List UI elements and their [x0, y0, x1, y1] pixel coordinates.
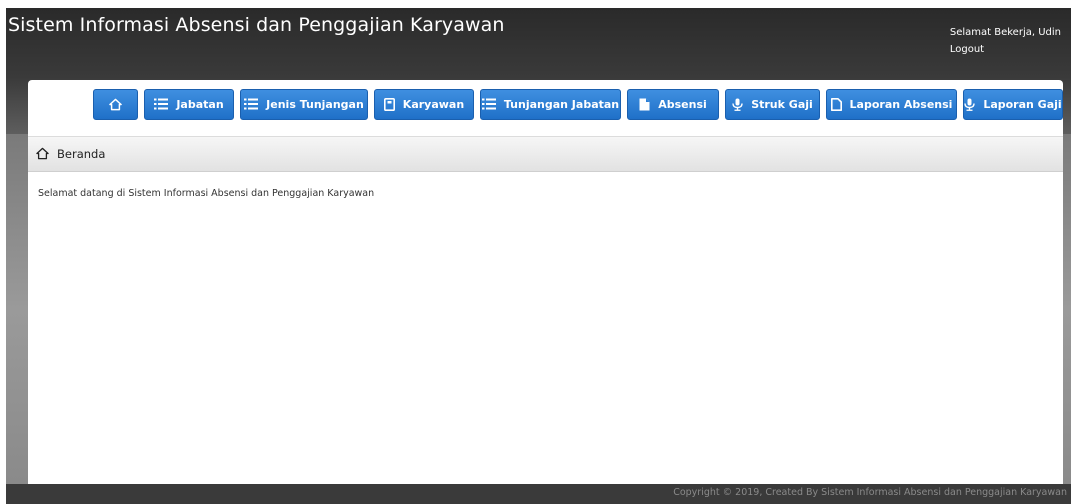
home-icon	[36, 145, 49, 164]
list-icon	[154, 98, 169, 110]
left-background-strip	[6, 134, 28, 484]
main-nav: Jabatan Jenis Tunjangan Karyawan Tunjang…	[28, 80, 1063, 128]
footer: Copyright © 2019, Created By Sistem Info…	[6, 484, 1071, 504]
nav-karyawan-button[interactable]: Karyawan	[374, 88, 474, 120]
logout-link[interactable]: Logout	[950, 41, 1061, 58]
list-icon	[481, 98, 496, 110]
greeting-text: Selamat Bekerja, Udin	[949, 27, 1061, 38]
nav-struk-gaji-button[interactable]: Struk Gaji	[725, 88, 820, 120]
breadcrumb-label: Beranda	[57, 147, 106, 161]
file-outline-icon	[830, 97, 842, 111]
microphone-icon	[732, 98, 743, 111]
nav-label: Laporan Gaji	[983, 97, 1062, 111]
breadcrumb: Beranda	[28, 136, 1063, 172]
app-title: Sistem Informasi Absensi dan Penggajian …	[8, 14, 505, 36]
right-background-strip	[1063, 134, 1071, 484]
list-icon	[244, 98, 259, 110]
welcome-text: Selamat datang di Sistem Informasi Absen…	[38, 188, 375, 199]
page: Sistem Informasi Absensi dan Penggajian …	[0, 0, 1071, 504]
nav-tunjangan-jabatan-button[interactable]: Tunjangan Jabatan	[480, 88, 621, 120]
home-icon	[109, 98, 122, 111]
nav-laporan-absensi-button[interactable]: Laporan Absensi	[826, 88, 957, 120]
copyright-text: Copyright © 2019, Created By Sistem Info…	[673, 487, 1067, 498]
nav-absensi-button[interactable]: Absensi	[627, 88, 719, 120]
nav-label: Karyawan	[402, 97, 465, 111]
nav-label: Absensi	[658, 97, 707, 111]
nav-jabatan-button[interactable]: Jabatan	[144, 88, 234, 120]
nav-label: Tunjangan Jabatan	[503, 97, 620, 111]
main-panel: Jabatan Jenis Tunjangan Karyawan Tunjang…	[28, 80, 1063, 484]
nav-label: Struk Gaji	[751, 97, 813, 111]
file-icon	[639, 98, 650, 111]
nav-laporan-gaji-button[interactable]: Laporan Gaji	[963, 88, 1063, 120]
nav-label: Jenis Tunjangan	[266, 97, 364, 111]
book-icon	[383, 97, 395, 111]
nav-jenis-tunjangan-button[interactable]: Jenis Tunjangan	[240, 88, 368, 120]
nav-label: Laporan Absensi	[849, 97, 953, 111]
user-box: Selamat Bekerja, Udin Logout	[950, 24, 1061, 58]
nav-home-button[interactable]	[93, 88, 138, 120]
nav-label: Jabatan	[176, 97, 224, 111]
microphone-icon	[964, 98, 976, 111]
